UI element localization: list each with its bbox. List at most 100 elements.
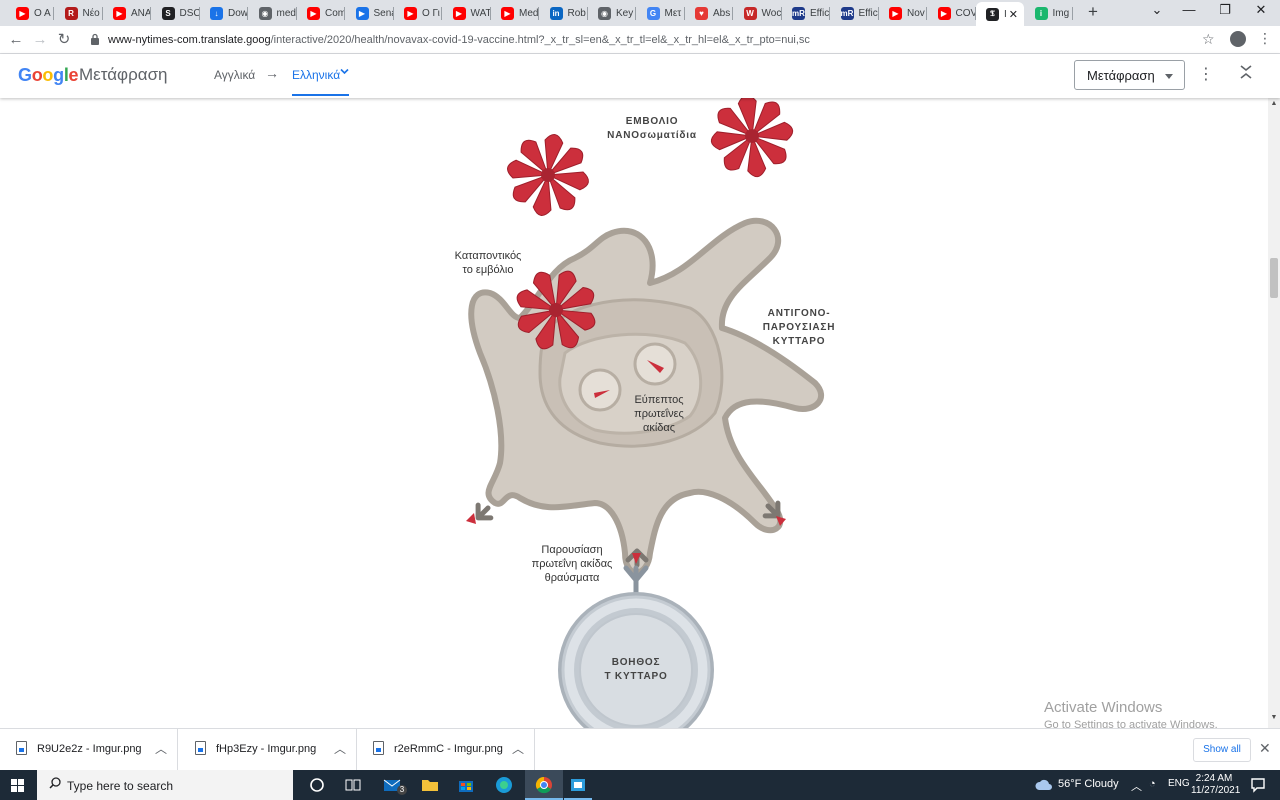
activate-windows-watermark: Activate Windows Go to Settings to activ… <box>1044 699 1218 728</box>
window-close-button[interactable]: ✕ <box>1246 2 1276 18</box>
profile-avatar[interactable] <box>1230 31 1246 47</box>
tab-title: Effic <box>858 7 878 19</box>
lock-icon <box>91 33 99 45</box>
browser-tab[interactable]: ▶ Sena <box>346 2 394 24</box>
tab-favicon-icon: ↓ <box>210 6 223 20</box>
browser-toolbar: ← → ↻ www-nytimes-com.translate.goog/int… <box>0 26 1280 54</box>
clock-time: 2:24 AM <box>1195 773 1233 784</box>
target-language[interactable]: Ελληνικά <box>292 68 340 82</box>
tab-favicon-icon: ▶ <box>501 6 514 20</box>
browser-tab[interactable]: ▶ O A <box>6 2 54 24</box>
taskbar-search-box[interactable]: Type here to search <box>37 770 293 800</box>
edge-icon[interactable] <box>494 775 514 795</box>
tab-title: O Γι <box>422 7 440 19</box>
browser-tab[interactable]: ◉ Key <box>588 2 636 24</box>
google-logo: Google <box>18 65 79 85</box>
more-options-icon[interactable]: ⋮ <box>1198 64 1214 86</box>
scrollbar-thumb[interactable] <box>1270 258 1278 298</box>
bookmark-star-icon[interactable]: ☆ <box>1202 31 1215 48</box>
weather-cloud-icon <box>1035 779 1052 790</box>
new-tab-button[interactable]: + <box>1084 3 1102 21</box>
browser-menu-icon[interactable]: ⋮ <box>1258 30 1272 47</box>
tab-title: WAT <box>470 7 491 19</box>
tab-close-icon[interactable]: ✕ <box>1009 8 1018 21</box>
browser-tab[interactable]: R Νέο <box>55 2 103 24</box>
label-presents-spike-fragments: Παρουσίαση πρωτεΐνη ακίδας θραύσματα <box>531 544 613 584</box>
page-content: ΕΜΒΟΛΙΟ ΝΑΝΟσωματίδια Καταποντικός το εμ… <box>0 98 1268 728</box>
scroll-down-arrow-icon[interactable]: ▼ <box>1270 714 1278 721</box>
watermark-subtitle: Go to Settings to activate Windows. <box>1044 719 1218 728</box>
store-icon[interactable] <box>456 775 476 795</box>
browser-tab[interactable]: in Rob <box>540 2 588 24</box>
notification-icon[interactable] <box>1248 775 1268 795</box>
download-item[interactable]: r2eRmmC - Imgur.png ︿ <box>357 729 535 771</box>
browser-tab[interactable]: i Img <box>1025 2 1073 24</box>
browser-tab[interactable]: 𝕿 I ✕ <box>976 2 1024 26</box>
scroll-up-arrow-icon[interactable]: ▲ <box>1270 100 1278 107</box>
translate-dropdown-button[interactable]: Μετάφραση <box>1074 60 1185 90</box>
browser-tab[interactable]: ▶ Com <box>297 2 345 24</box>
show-all-button[interactable]: Show all <box>1193 738 1251 762</box>
browser-tab[interactable]: ▶ COV <box>928 2 976 24</box>
task-view-icon[interactable] <box>343 775 363 795</box>
network-icon[interactable]: ◔ <box>1149 778 1156 790</box>
browser-tab[interactable]: mR Effic <box>782 2 830 24</box>
browser-tab[interactable]: ▶ O Γι <box>394 2 442 24</box>
tab-title: DSC <box>179 7 200 19</box>
chevron-up-icon[interactable]: ︿ <box>512 740 524 757</box>
app-icon[interactable] <box>568 775 588 795</box>
chevron-up-icon[interactable]: ︿ <box>155 740 167 757</box>
tab-title: Sena <box>373 7 394 19</box>
tab-search-icon[interactable]: ⌄ <box>1142 2 1172 18</box>
windows-start-icon[interactable] <box>11 779 24 792</box>
close-icon[interactable]: ✕ <box>1259 740 1271 757</box>
browser-tab[interactable]: mR Effic <box>831 2 879 24</box>
label-digests-spike-proteins: Εύπεπτος πρωτεΐνες ακίδας <box>634 394 684 434</box>
download-item[interactable]: fHp3Ezy - Imgur.png ︿ <box>179 729 357 771</box>
weather-text[interactable]: 56°F Cloudy <box>1058 778 1119 790</box>
clock[interactable]: 2:24 AM 11/27/2021 <box>1191 773 1240 797</box>
vaccine-nanoparticle <box>705 98 799 183</box>
tab-favicon-icon: ▶ <box>113 6 126 20</box>
tab-title: Woc <box>761 7 782 19</box>
browser-tab[interactable]: ▶ Med <box>491 2 539 24</box>
browser-tab[interactable]: ◉ med <box>249 2 297 24</box>
label-engulfs-vaccine: Καταποντικός το εμβόλιο <box>454 250 522 276</box>
browser-tab[interactable]: ▶ WAT <box>443 2 491 24</box>
tab-title: O A <box>34 7 51 19</box>
chevron-down-icon[interactable] <box>340 67 349 76</box>
url-text: www-nytimes-com.translate.goog/interacti… <box>108 34 810 46</box>
address-bar[interactable]: www-nytimes-com.translate.goog/interacti… <box>84 29 1224 51</box>
restore-button[interactable]: ❐ <box>1210 2 1240 18</box>
browser-tab[interactable]: ↓ Dow <box>200 2 248 24</box>
chevron-up-icon[interactable]: ︿ <box>334 740 346 757</box>
tab-favicon-icon: ▶ <box>355 6 369 20</box>
tab-title: COV <box>955 7 976 19</box>
collapse-icon[interactable] <box>1236 64 1256 86</box>
tab-favicon-icon: W <box>743 6 757 20</box>
browser-tab[interactable]: S DSC <box>152 2 200 24</box>
minimize-button[interactable]: — <box>1174 2 1204 17</box>
back-button[interactable]: ← <box>6 30 26 50</box>
forward-button[interactable]: → <box>30 30 50 50</box>
browser-tab[interactable]: ♥ Abs <box>685 2 733 24</box>
browser-tab[interactable]: ▶ Nov <box>879 2 927 24</box>
vertical-scrollbar[interactable]: ▲ ▼ <box>1268 98 1280 728</box>
chrome-taskbar-button[interactable] <box>525 770 563 800</box>
vaccine-nanoparticle <box>500 127 596 223</box>
language-indicator[interactable]: ENG <box>1168 778 1190 789</box>
mail-badge: 3 <box>397 785 407 795</box>
file-explorer-icon[interactable] <box>420 775 440 795</box>
reload-button[interactable]: ↻ <box>54 30 74 50</box>
tab-favicon-icon: ♥ <box>695 6 708 20</box>
chrome-icon <box>535 776 552 794</box>
spike-fragment <box>466 513 476 524</box>
download-item[interactable]: R9U2e2z - Imgur.png ︿ <box>0 729 178 771</box>
browser-tab[interactable]: ▶ ANA <box>103 2 151 24</box>
collapse-chevrons-icon <box>1240 65 1252 79</box>
browser-tab[interactable]: G Μετ <box>637 2 685 24</box>
cortana-icon[interactable] <box>307 775 327 795</box>
browser-tab[interactable]: W Woc <box>734 2 782 24</box>
tray-chevron-up-icon[interactable]: ︿ <box>1131 778 1142 794</box>
source-language[interactable]: Αγγλικά <box>214 68 255 82</box>
